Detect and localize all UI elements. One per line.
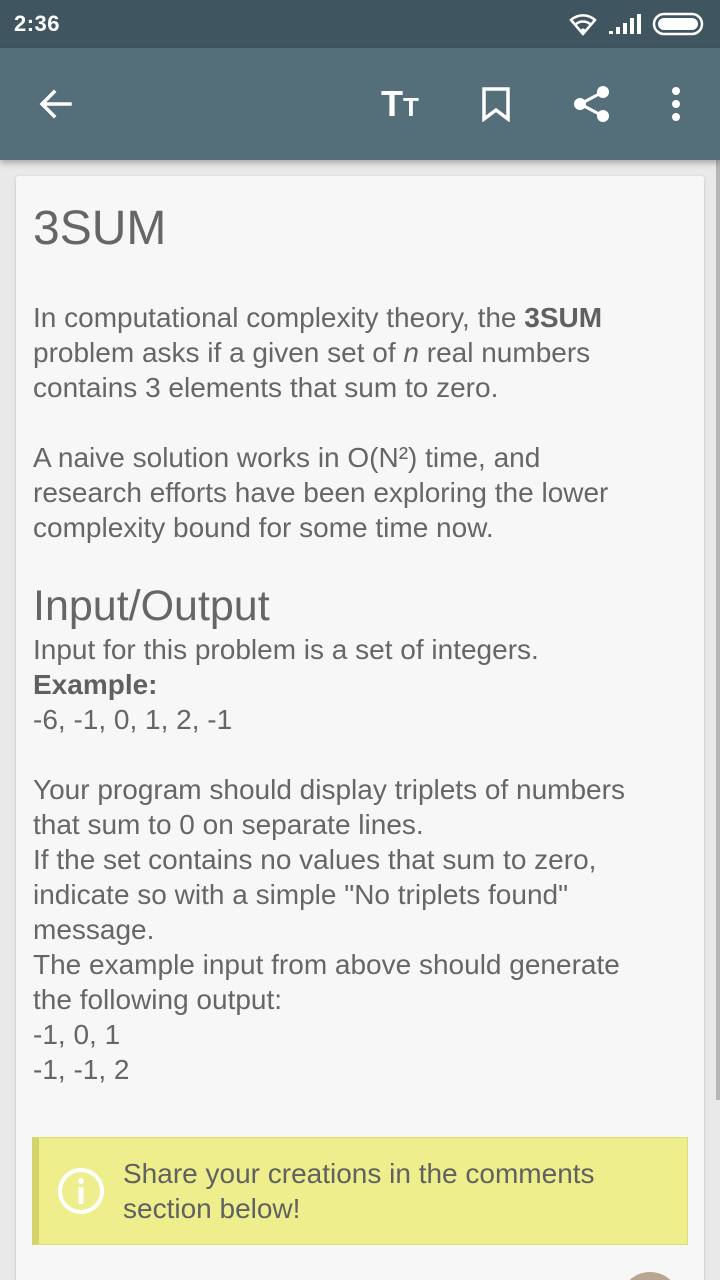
intro-bold-term: 3SUM [524, 302, 603, 333]
status-time: 2:36 [14, 11, 61, 36]
info-callout: Share your creations in the comments sec… [32, 1137, 688, 1245]
callout-line: Share your creations in the comments [123, 1158, 595, 1189]
example-label: Example: [33, 669, 158, 700]
paragraph-line: indicate so with a simple "No triplets f… [33, 879, 569, 910]
intro-text: real numbers [418, 337, 591, 368]
intro-paragraph: In computational complexity theory, the … [33, 300, 688, 405]
callout-line: section below! [123, 1193, 301, 1224]
app-bar: TT [0, 48, 720, 160]
intro-text: problem asks if a given set of [33, 337, 404, 368]
paragraph-line: If the set contains no values that sum t… [33, 844, 597, 875]
intro-text: In computational complexity theory, the [33, 302, 525, 333]
more-options-button[interactable] [648, 76, 704, 132]
paragraph-line: complexity bound for some time now. [33, 512, 494, 543]
text-size-glyph-big: T [381, 83, 404, 124]
wifi-icon [569, 14, 597, 36]
status-icons [568, 12, 706, 36]
intro-line: problem asks if a given set of n real nu… [33, 335, 688, 370]
paragraph-line: that sum to 0 on separate lines. [33, 809, 424, 840]
intro-line: contains 3 elements that sum to zero. [33, 372, 499, 403]
output-line: -1, 0, 1 [33, 1019, 121, 1050]
callout-text: Share your creations in the comments sec… [123, 1156, 595, 1226]
info-icon [58, 1168, 104, 1214]
paragraph-line: research efforts have been exploring the… [33, 477, 609, 508]
article-title: 3SUM [33, 202, 167, 255]
more-vert-icon [672, 87, 680, 121]
complexity-paragraph: A naive solution works in O(N²) time, an… [33, 440, 688, 545]
text-size-icon: TT [381, 86, 419, 122]
share-icon [574, 86, 609, 122]
text-size-button[interactable]: TT [372, 76, 428, 132]
paragraph-line: the following output: [33, 984, 283, 1015]
back-button[interactable] [28, 76, 84, 132]
share-button[interactable] [564, 76, 620, 132]
paragraph-line: The example input from above should gene… [33, 949, 620, 980]
signal-icon [609, 14, 641, 34]
section-heading: Input/Output [33, 582, 270, 630]
status-bar: 2:36 [0, 0, 720, 48]
article-card: 3SUM In computational complexity theory,… [16, 176, 704, 1280]
paragraph-line: A naive solution works in O(N²) time, an… [33, 442, 541, 473]
intro-italic-n: n [403, 337, 419, 368]
intro-line: In computational complexity theory, the … [33, 300, 688, 335]
battery-icon [652, 12, 704, 36]
output-line: -1, -1, 2 [33, 1054, 130, 1085]
text-size-glyph-small: T [403, 92, 419, 122]
paragraph-line: message. [33, 914, 155, 945]
bookmark-icon [482, 87, 510, 122]
paragraph-line: Your program should display triplets of … [33, 774, 625, 805]
bookmark-button[interactable] [468, 76, 524, 132]
example-value: -6, -1, 0, 1, 2, -1 [33, 704, 233, 735]
scrollbar-thumb[interactable] [716, 160, 720, 1100]
io-line: Input for this problem is a set of integ… [33, 634, 539, 665]
output-paragraph: Your program should display triplets of … [33, 772, 688, 1087]
back-arrow-icon [39, 89, 72, 119]
io-paragraph: Input for this problem is a set of integ… [33, 632, 688, 737]
